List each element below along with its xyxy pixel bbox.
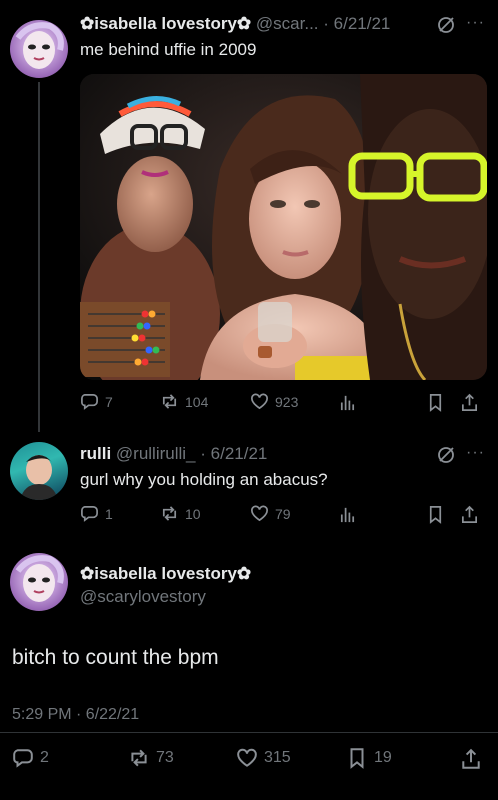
tweet-header: rulli @rullirulli_ · 6/21/21 [80, 444, 420, 464]
like-button[interactable]: 79 [250, 504, 291, 523]
bookmark-count: 19 [374, 749, 392, 766]
share-icon[interactable] [460, 505, 479, 524]
share-icon[interactable] [460, 393, 479, 412]
repost-icon [162, 394, 177, 409]
avatar[interactable] [10, 20, 68, 78]
more-icon[interactable]: ··· [466, 14, 485, 32]
repost-button[interactable]: 10 [160, 504, 201, 523]
reply-count: 1 [105, 505, 113, 522]
avatar-art [15, 22, 64, 69]
divider [0, 732, 498, 733]
reply-button[interactable]: 7 [80, 392, 113, 411]
display-name[interactable]: ✿isabella lovestory✿ [80, 14, 251, 33]
display-name[interactable]: ✿isabella lovestory✿ [80, 564, 251, 584]
display-name[interactable]: rulli [80, 444, 111, 463]
handle[interactable]: @rullirulli_ [116, 444, 196, 463]
repost-count: 10 [185, 505, 201, 522]
thread-line [38, 82, 40, 432]
reply-icon [13, 749, 33, 768]
heart-icon [251, 505, 268, 522]
repost-button[interactable]: 73 [128, 747, 174, 769]
timestamp[interactable]: 5:29 PM · 6/22/21 [12, 706, 139, 724]
reply-button[interactable]: 1 [80, 504, 113, 523]
reply-count: 7 [105, 393, 113, 410]
reply-button[interactable]: 2 [12, 747, 49, 769]
heart-icon [251, 393, 268, 410]
repost-button[interactable]: 104 [160, 392, 208, 411]
share-icon[interactable] [460, 748, 482, 770]
avatar-art [15, 555, 64, 602]
tweet-text: gurl why you holding an abacus? [80, 470, 328, 489]
handle[interactable]: @scarylovestory [80, 587, 206, 607]
reply-icon [81, 505, 98, 522]
separator: · [323, 14, 329, 33]
avatar-art [20, 455, 58, 500]
more-icon[interactable]: ··· [466, 444, 485, 462]
bookmark-icon [350, 748, 364, 769]
tweet-text: bitch to count the bpm [12, 646, 219, 669]
like-count: 315 [264, 749, 291, 766]
repost-icon [131, 749, 147, 767]
bookmark-button[interactable]: 19 [346, 747, 392, 769]
like-button[interactable]: 315 [236, 747, 291, 769]
heart-icon [237, 748, 257, 767]
reply-icon [81, 393, 98, 410]
repost-count: 104 [185, 393, 209, 410]
tweet-header: ✿isabella lovestory✿ @scar... · 6/21/21 [80, 14, 440, 34]
grok-icon[interactable] [436, 445, 456, 465]
handle[interactable]: @scar... [256, 14, 319, 33]
date[interactable]: 6/21/21 [211, 444, 268, 463]
repost-icon [162, 506, 177, 521]
tweet-text: me behind uffie in 2009 [80, 40, 257, 59]
avatar[interactable] [10, 442, 68, 500]
grok-icon[interactable] [436, 15, 456, 35]
reply-count: 2 [40, 749, 49, 766]
views-icon[interactable] [338, 393, 357, 412]
repost-count: 73 [156, 749, 174, 766]
tweet-photo[interactable] [80, 74, 487, 380]
like-count: 79 [275, 505, 291, 522]
bookmark-icon[interactable] [426, 505, 445, 524]
avatar[interactable] [10, 553, 68, 611]
bookmark-icon[interactable] [426, 393, 445, 412]
views-icon[interactable] [338, 505, 357, 524]
photo-image [80, 74, 487, 380]
separator: · [200, 444, 206, 463]
like-button[interactable]: 923 [250, 392, 298, 411]
like-count: 923 [275, 393, 299, 410]
date[interactable]: 6/21/21 [334, 14, 391, 33]
